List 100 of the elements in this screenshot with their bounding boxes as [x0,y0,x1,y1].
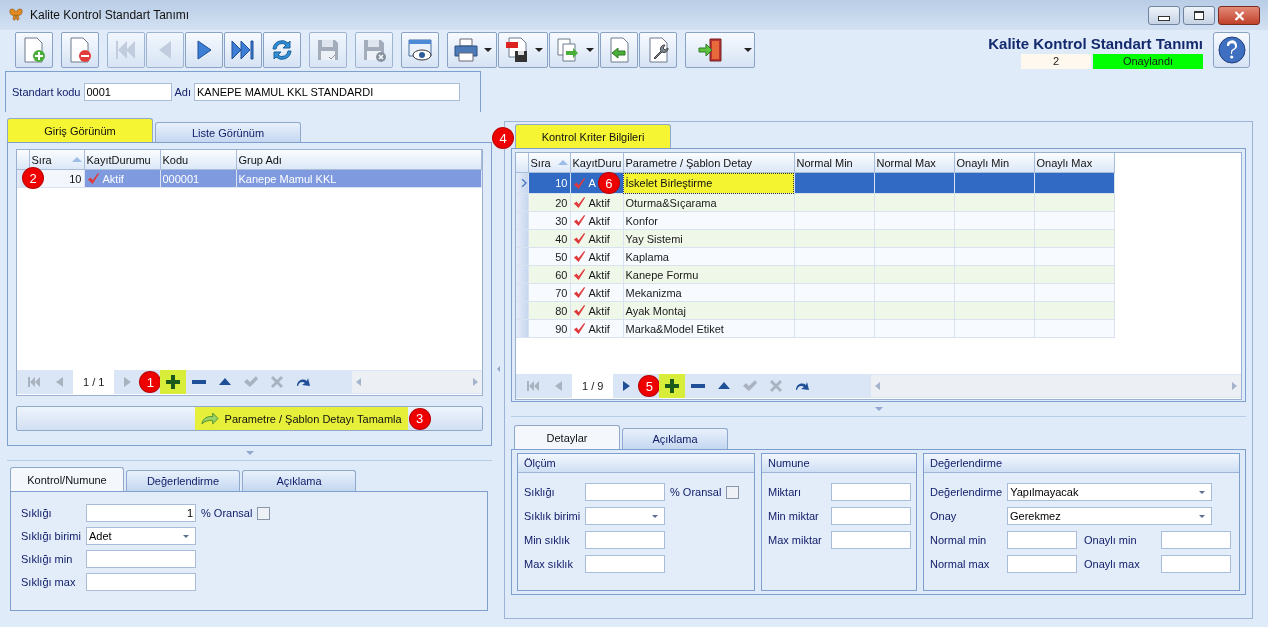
field-label: Min miktar [768,509,820,523]
column-header[interactable] [516,153,528,173]
table-cell: A [588,177,596,189]
column-header[interactable]: Parametre / Şablon Detay [623,153,794,173]
check-icon [572,250,586,263]
check-icon [243,374,260,390]
dropdown-arrow-icon [1199,514,1205,518]
column-header[interactable]: Normal Max [874,153,954,173]
toolbar-button[interactable] [263,32,301,68]
column-header[interactable]: Onaylı Max [1034,153,1114,173]
column-header[interactable]: Sıra [528,153,570,173]
input-field[interactable] [1007,555,1077,573]
dropdown-arrow-icon [1199,490,1206,494]
table-row[interactable]: 40 Aktif Yay Sistemi [516,229,1241,248]
horizontal-scrollbar[interactable] [871,375,1241,397]
column-header[interactable]: Sıra [29,150,84,170]
field-label: Onaylı max [1084,557,1141,571]
toolbar-split-button[interactable] [685,32,755,68]
tab[interactable]: Kontrol Kriter Bilgileri [515,124,671,148]
input-field[interactable] [585,531,665,549]
field-label: Miktarı [768,485,802,499]
column-header[interactable]: Normal Min [794,153,874,173]
checkbox[interactable] [726,485,740,499]
splitter-handle[interactable] [874,407,883,411]
tab[interactable]: Açıklama [622,428,728,449]
column-header[interactable]: Onaylı Min [954,153,1034,173]
field-label: Sıklığı [21,506,53,520]
minimize-button[interactable] [1148,6,1180,25]
field-label: Max miktar [768,533,823,547]
butterfly-icon [8,7,24,23]
table-row[interactable]: 50 Aktif Kaplama [516,247,1241,266]
column-header[interactable]: Kodu [160,150,236,170]
toolbar-button[interactable] [61,32,99,68]
field-label: Adı [174,85,191,99]
table-cell: Aktif [102,172,124,185]
input-field[interactable] [585,555,665,573]
input-field[interactable] [1161,531,1231,549]
dropdown-field[interactable]: Yapılmayacak [1007,483,1213,501]
table-cell: Aktif [588,196,610,209]
field-label: Standart kodu [12,85,81,99]
step-badge: 3 [409,408,430,429]
step-badge: 1 [140,372,161,392]
table-row[interactable]: 80 Aktif Ayak Montaj [516,301,1241,320]
add-button[interactable] [659,374,686,398]
column-header[interactable]: Grup Adı [236,150,482,170]
table-row[interactable]: 20 Aktif Oturma&Sıçarama [516,193,1241,212]
column-header[interactable]: KayıtDurumu [84,150,160,170]
help-button[interactable] [1213,32,1250,68]
step-badge: 5 [639,376,660,396]
input-field[interactable] [86,550,196,568]
toolbar-button[interactable] [600,32,638,68]
table-row[interactable]: 10 A 6 İskelet Birleştirme [516,172,1241,194]
dropdown-field[interactable] [585,507,666,525]
toolbar-button[interactable] [224,32,262,68]
toolbar-split-button[interactable] [447,32,497,68]
dropdown-field[interactable]: Adet [86,527,196,545]
maximize-button[interactable] [1183,6,1215,25]
input-field[interactable]: 1 [86,504,196,522]
tab[interactable]: Açıklama [242,470,356,491]
add-button[interactable] [160,370,187,394]
splitter-handle[interactable] [245,451,254,455]
dropdown-field[interactable]: Gerekmez [1007,507,1212,525]
close-button[interactable] [1218,6,1260,25]
complete-button[interactable]: Parametre / Şablon Detayı Tamamla 3 [16,406,484,431]
toolbar-split-button[interactable] [498,32,548,68]
table-row[interactable]: 60 Aktif Kanepe Formu [516,265,1241,284]
input-field[interactable] [1161,555,1231,573]
table-row[interactable]: 2 10 Aktif 000001 Kanepe Mamul KKL [17,169,482,188]
input-field[interactable] [831,531,911,549]
input-field[interactable] [1007,531,1077,549]
checkbox[interactable] [257,506,271,520]
cross-icon [768,378,785,394]
input-field[interactable] [831,483,911,501]
tab[interactable]: Liste Görünüm [155,122,301,142]
field-label: Onay [930,509,958,523]
tab[interactable]: Değerlendirme [126,470,240,491]
input-field[interactable]: KANEPE MAMUL KKL STANDARDI [194,83,460,101]
horizontal-scrollbar[interactable] [352,371,483,393]
table-row[interactable]: 30 Aktif Konfor [516,211,1241,230]
group-title: Numune [762,454,916,473]
input-field[interactable] [86,573,196,591]
toolbar-button[interactable] [401,32,439,68]
toolbar-button[interactable] [639,32,677,68]
input-field[interactable]: 0001 [83,83,172,101]
field-label: Normal max [930,557,991,571]
table-cell: Aktif [588,268,610,281]
splitter-handle[interactable] [496,365,500,372]
toolbar-button[interactable] [185,32,223,68]
tab[interactable]: Giriş Görünüm [7,118,153,142]
field-label: Max sıklık [524,557,574,571]
column-header[interactable]: KayıtDuru [570,153,623,173]
input-field[interactable] [831,507,911,525]
table-row[interactable]: 70 Aktif Mekanizma [516,283,1241,302]
plus-icon [165,374,182,390]
table-row[interactable]: 90 Aktif Marka&Model Etiket [516,319,1241,338]
input-field[interactable] [585,483,665,501]
tab[interactable]: Detaylar [514,425,620,449]
table-cell: Aktif [588,232,610,245]
column-header[interactable] [17,150,29,170]
tab[interactable]: Kontrol/Numune [10,467,124,491]
